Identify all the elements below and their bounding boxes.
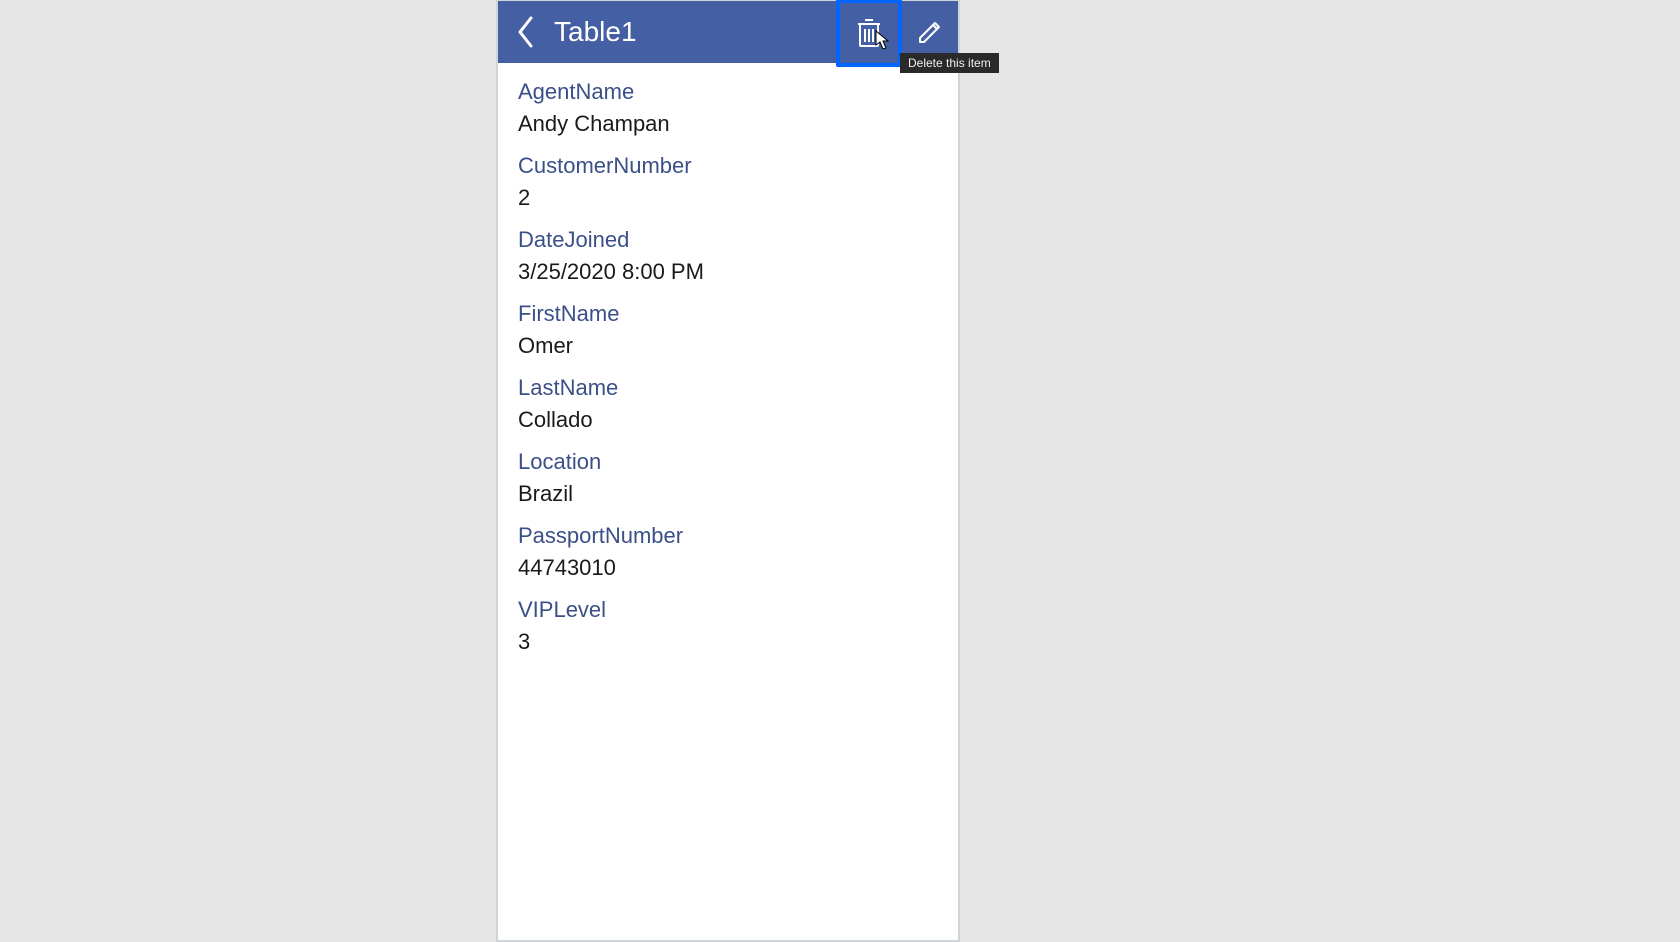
trash-icon: [856, 18, 882, 48]
label-lastname: LastName: [518, 373, 938, 403]
chevron-left-icon: [516, 16, 536, 48]
header-bar: Table1 Delete this item: [498, 1, 958, 63]
header-actions: Delete this item: [836, 1, 958, 63]
value-customernumber: 2: [518, 181, 938, 215]
value-firstname: Omer: [518, 329, 938, 363]
label-firstname: FirstName: [518, 299, 938, 329]
field-customernumber: CustomerNumber 2: [518, 151, 938, 215]
value-agentname: Andy Champan: [518, 107, 938, 141]
tooltip-delete: Delete this item: [900, 53, 999, 73]
field-viplevel: VIPLevel 3: [518, 595, 938, 659]
label-passportnumber: PassportNumber: [518, 521, 938, 551]
label-agentname: AgentName: [518, 77, 938, 107]
value-viplevel: 3: [518, 625, 938, 659]
label-customernumber: CustomerNumber: [518, 151, 938, 181]
page-title: Table1: [554, 16, 637, 48]
label-datejoined: DateJoined: [518, 225, 938, 255]
detail-content: AgentName Andy Champan CustomerNumber 2 …: [498, 63, 958, 683]
value-passportnumber: 44743010: [518, 551, 938, 585]
value-location: Brazil: [518, 477, 938, 511]
field-datejoined: DateJoined 3/25/2020 8:00 PM: [518, 225, 938, 289]
field-agentname: AgentName Andy Champan: [518, 77, 938, 141]
label-viplevel: VIPLevel: [518, 595, 938, 625]
field-location: Location Brazil: [518, 447, 938, 511]
value-lastname: Collado: [518, 403, 938, 437]
field-firstname: FirstName Omer: [518, 299, 938, 363]
pencil-icon: [917, 19, 943, 45]
field-lastname: LastName Collado: [518, 373, 938, 437]
value-datejoined: 3/25/2020 8:00 PM: [518, 255, 938, 289]
delete-button[interactable]: Delete this item: [836, 0, 902, 67]
back-button[interactable]: [498, 1, 554, 63]
field-passportnumber: PassportNumber 44743010: [518, 521, 938, 585]
app-frame: Table1 Delete this item: [498, 1, 958, 940]
label-location: Location: [518, 447, 938, 477]
